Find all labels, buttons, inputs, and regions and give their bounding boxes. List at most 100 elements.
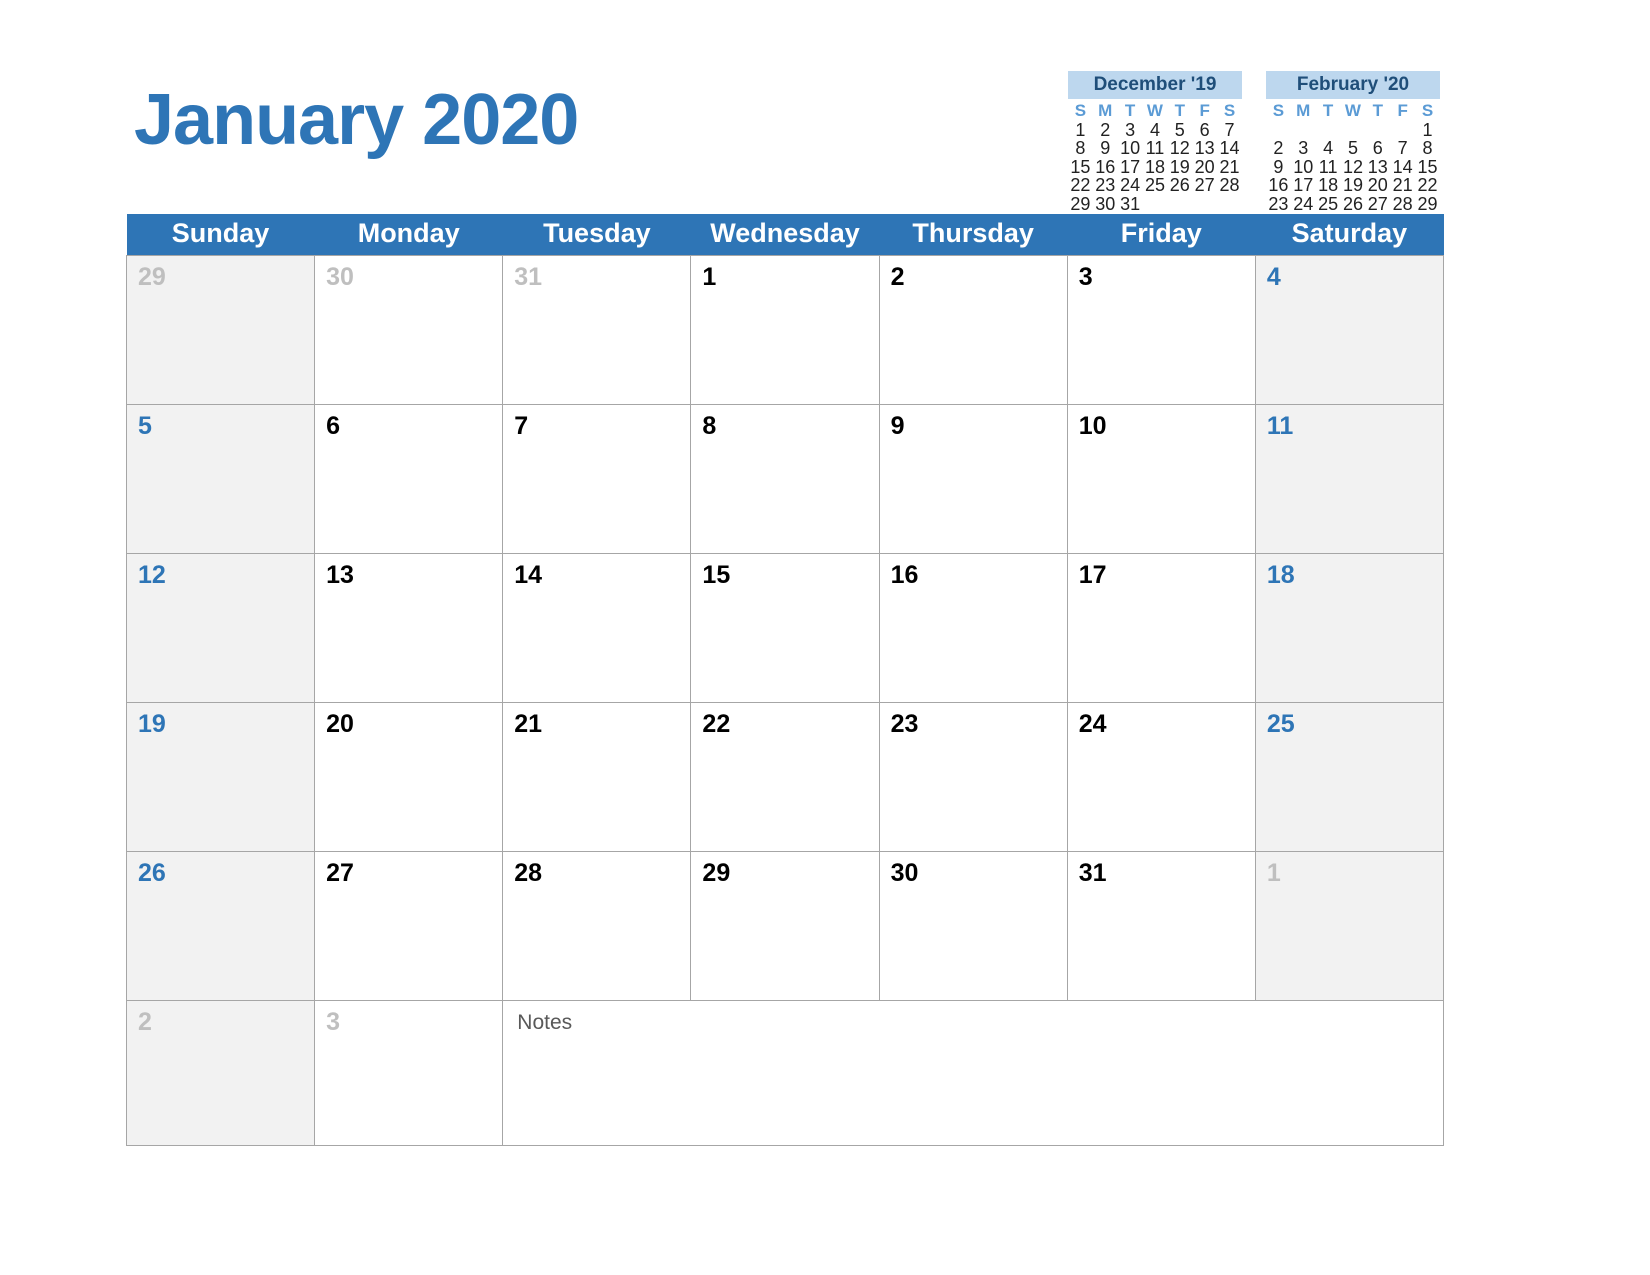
day-cell[interactable]: 12 xyxy=(125,553,316,703)
mini-week-row: 15 16 17 18 19 20 21 xyxy=(1068,158,1242,177)
mini-day: 25 xyxy=(1318,193,1339,214)
week-row: 19 20 21 22 23 24 25 xyxy=(125,702,1445,852)
day-cell[interactable]: 6 xyxy=(314,404,504,554)
mini-day: 10 xyxy=(1120,138,1141,159)
mini-day: 12 xyxy=(1169,138,1190,159)
day-cell[interactable]: 8 xyxy=(690,404,880,554)
day-number: 16 xyxy=(890,561,919,589)
day-number: 1 xyxy=(1266,859,1281,887)
day-cell[interactable]: 9 xyxy=(878,404,1068,554)
day-number: 29 xyxy=(138,263,166,291)
day-number: 28 xyxy=(514,859,543,887)
day-cell[interactable]: 29 xyxy=(125,255,316,405)
mini-day-empty xyxy=(1341,121,1366,140)
day-number: 29 xyxy=(702,859,731,887)
mini-dayname: S xyxy=(1074,101,1087,120)
day-number: 5 xyxy=(138,412,152,440)
week-row: 12 13 14 15 16 17 18 xyxy=(125,553,1445,703)
day-cell[interactable]: 1 xyxy=(690,255,880,405)
day-number: 31 xyxy=(514,263,543,291)
day-cell[interactable]: 13 xyxy=(314,553,504,703)
day-cell[interactable]: 27 xyxy=(314,851,504,1001)
day-number: 18 xyxy=(1266,561,1295,589)
mini-calendar-grid: S M T W T F S 1 2 3 4 5 6 7 8 9 10 11 12… xyxy=(1068,102,1242,213)
day-number: 30 xyxy=(890,859,919,887)
day-cell[interactable]: 14 xyxy=(502,553,692,703)
day-cell[interactable]: 25 xyxy=(1254,702,1445,852)
day-cell[interactable]: 31 xyxy=(502,255,692,405)
day-cell[interactable]: 31 xyxy=(1066,851,1256,1001)
mini-dayname: T xyxy=(1372,101,1383,120)
mini-week-row: 22 23 24 25 26 27 28 xyxy=(1068,176,1242,195)
day-cell[interactable]: 11 xyxy=(1254,404,1445,554)
day-number: 11 xyxy=(1266,412,1294,440)
mini-day: 24 xyxy=(1120,175,1141,196)
mini-dayname: T xyxy=(1174,101,1185,120)
mini-day: 21 xyxy=(1392,175,1413,196)
day-cell[interactable]: 29 xyxy=(690,851,880,1001)
day-number: 17 xyxy=(1078,561,1107,589)
mini-day: 18 xyxy=(1318,175,1339,196)
mini-day: 7 xyxy=(1224,119,1235,140)
day-cell[interactable]: 24 xyxy=(1066,702,1256,852)
day-cell[interactable]: 3 xyxy=(1066,255,1256,405)
mini-day: 18 xyxy=(1144,156,1165,177)
mini-day: 9 xyxy=(1273,156,1284,177)
day-number: 14 xyxy=(514,561,543,589)
weekday-header-saturday: Saturday xyxy=(1255,214,1444,256)
mini-day: 1 xyxy=(1075,119,1086,140)
day-cell[interactable]: 22 xyxy=(690,702,880,852)
day-cell[interactable]: 20 xyxy=(314,702,504,852)
day-cell[interactable]: 30 xyxy=(878,851,1068,1001)
mini-day: 8 xyxy=(1075,138,1086,159)
mini-day: 27 xyxy=(1194,175,1215,196)
day-cell[interactable]: 5 xyxy=(125,404,316,554)
mini-day: 4 xyxy=(1149,119,1160,140)
mini-day: 23 xyxy=(1268,193,1289,214)
mini-day: 1 xyxy=(1422,119,1433,140)
mini-week-row: 8 9 10 11 12 13 14 xyxy=(1068,139,1242,158)
day-cell[interactable]: 18 xyxy=(1254,553,1445,703)
day-cell[interactable]: 28 xyxy=(502,851,692,1001)
weekday-header-monday: Monday xyxy=(314,214,503,256)
day-cell[interactable]: 7 xyxy=(502,404,692,554)
weekday-header-row: Sunday Monday Tuesday Wednesday Thursday… xyxy=(126,214,1444,256)
day-cell[interactable]: 17 xyxy=(1066,553,1256,703)
day-number: 10 xyxy=(1078,412,1107,440)
day-cell[interactable]: 4 xyxy=(1254,255,1445,405)
day-cell[interactable]: 3 xyxy=(314,1000,504,1146)
day-number: 21 xyxy=(514,710,543,738)
mini-calendar-grid: S M T W T F S 1 2 3 4 5 6 7 8 9 10 11 12… xyxy=(1266,102,1440,213)
day-cell[interactable]: 23 xyxy=(878,702,1068,852)
mini-day: 20 xyxy=(1367,175,1388,196)
mini-day: 19 xyxy=(1169,156,1190,177)
day-cell[interactable]: 10 xyxy=(1066,404,1256,554)
notes-cell[interactable]: Notes xyxy=(502,1000,1444,1146)
day-cell[interactable]: 26 xyxy=(125,851,316,1001)
mini-day-empty xyxy=(1266,121,1291,140)
day-cell[interactable]: 1 xyxy=(1254,851,1445,1001)
mini-day-empty xyxy=(1365,121,1390,140)
day-cell[interactable]: 16 xyxy=(878,553,1068,703)
day-cell[interactable]: 19 xyxy=(125,702,316,852)
day-cell[interactable]: 2 xyxy=(878,255,1068,405)
day-cell[interactable]: 15 xyxy=(690,553,880,703)
day-number: 2 xyxy=(890,263,905,291)
mini-day-empty xyxy=(1291,121,1316,140)
mini-day: 24 xyxy=(1293,193,1314,214)
day-number: 19 xyxy=(138,710,166,738)
page-title: January 2020 xyxy=(134,80,579,160)
day-cell[interactable]: 30 xyxy=(314,255,504,405)
day-number: 7 xyxy=(514,412,529,440)
mini-calendar-february: February '20 S M T W T F S 1 2 3 4 5 6 7… xyxy=(1266,71,1440,213)
week-row: 26 27 28 29 30 31 1 xyxy=(125,851,1445,1001)
day-cell[interactable]: 21 xyxy=(502,702,692,852)
day-number: 3 xyxy=(326,1008,341,1036)
mini-day: 10 xyxy=(1293,156,1314,177)
day-number: 26 xyxy=(138,859,166,887)
day-cell[interactable]: 2 xyxy=(125,1000,316,1146)
mini-dayname: W xyxy=(1344,101,1361,120)
mini-day: 4 xyxy=(1323,138,1334,159)
mini-day: 17 xyxy=(1120,156,1141,177)
mini-dayname: M xyxy=(1098,101,1113,120)
